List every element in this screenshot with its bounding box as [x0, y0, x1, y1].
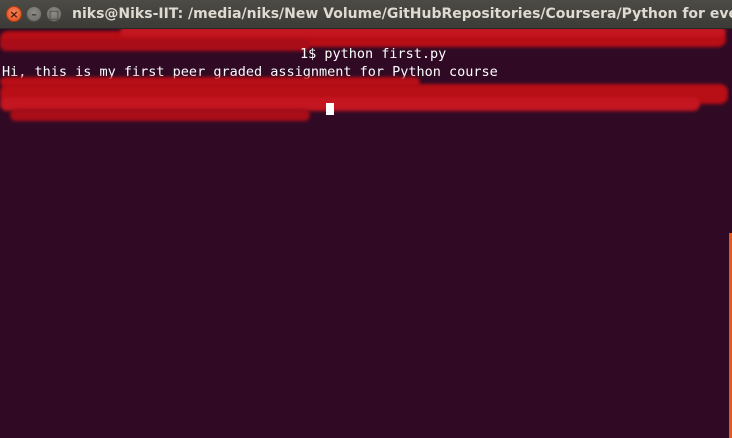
redaction-mark [120, 29, 726, 37]
window-title: niks@Niks-IIT: /media/niks/New Volume/Gi… [72, 6, 732, 22]
redaction-mark [0, 39, 310, 51]
close-icon[interactable]: × [6, 6, 22, 22]
minimize-icon[interactable]: – [26, 6, 42, 22]
terminal-area[interactable]: 1$ python first.py Hi, this is my first … [0, 29, 729, 438]
maximize-icon[interactable]: □ [46, 6, 62, 22]
terminal-cursor [326, 103, 334, 115]
command-line: 1$ python first.py [300, 46, 447, 62]
redaction-mark [0, 77, 420, 87]
redaction-mark [10, 109, 310, 121]
title-bar[interactable]: × – □ niks@Niks-IIT: /media/niks/New Vol… [0, 0, 732, 29]
